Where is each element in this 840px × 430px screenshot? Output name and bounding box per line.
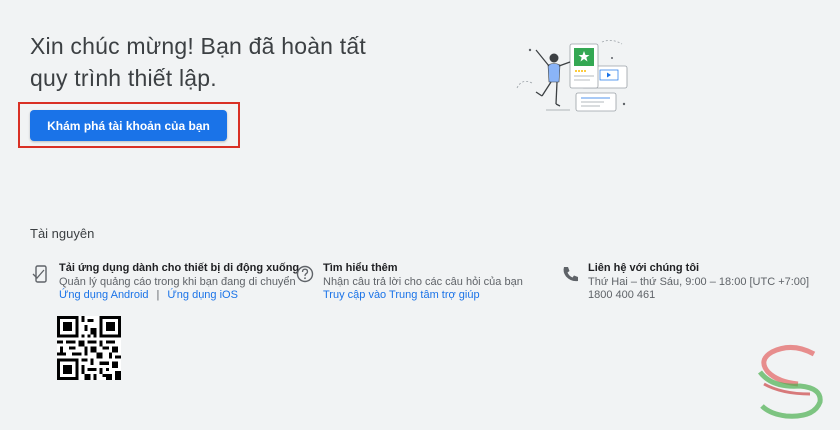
ios-app-link[interactable]: Ứng dụng iOS — [167, 289, 238, 301]
android-app-link[interactable]: Ứng dụng Android — [59, 289, 149, 301]
watermark-logo — [758, 345, 823, 419]
help-center-link[interactable]: Truy cập vào Trung tâm trợ giúp — [323, 289, 523, 302]
link-separator: | — [156, 289, 160, 301]
mobile-app-title: Tải ứng dụng dành cho thiết bị di động x… — [59, 262, 300, 274]
learn-more-resource: Tìm hiểu thêm Nhận câu trả lời cho các c… — [296, 262, 523, 302]
contact-title: Liên hệ với chúng tôi — [588, 262, 700, 274]
resources-title: Tài nguyên — [30, 226, 95, 241]
mobile-phone-icon — [32, 265, 47, 283]
help-circle-icon — [296, 265, 314, 283]
explore-account-button[interactable]: Khám phá tài khoản của bạn — [30, 110, 227, 141]
mobile-app-description: Quản lý quảng cáo trong khi bạn đang di … — [59, 276, 296, 288]
qr-code — [57, 316, 121, 380]
phone-icon — [563, 267, 578, 282]
mobile-app-resource: Tải ứng dụng dành cho thiết bị di động x… — [32, 262, 299, 302]
contact-resource: Liên hệ với chúng tôi Thứ Hai – thứ Sáu,… — [561, 262, 809, 302]
learn-more-description: Nhận câu trả lời cho các câu hỏi của bạn — [323, 276, 523, 288]
contact-phone: 1800 400 461 — [588, 289, 656, 301]
learn-more-title: Tìm hiểu thêm — [323, 262, 398, 274]
celebration-illustration — [516, 40, 628, 112]
contact-hours: Thứ Hai – thứ Sáu, 9:00 – 18:00 [UTC +7:… — [588, 276, 810, 288]
page-headline: Xin chúc mừng! Bạn đã hoàn tất quy trình… — [30, 33, 366, 91]
